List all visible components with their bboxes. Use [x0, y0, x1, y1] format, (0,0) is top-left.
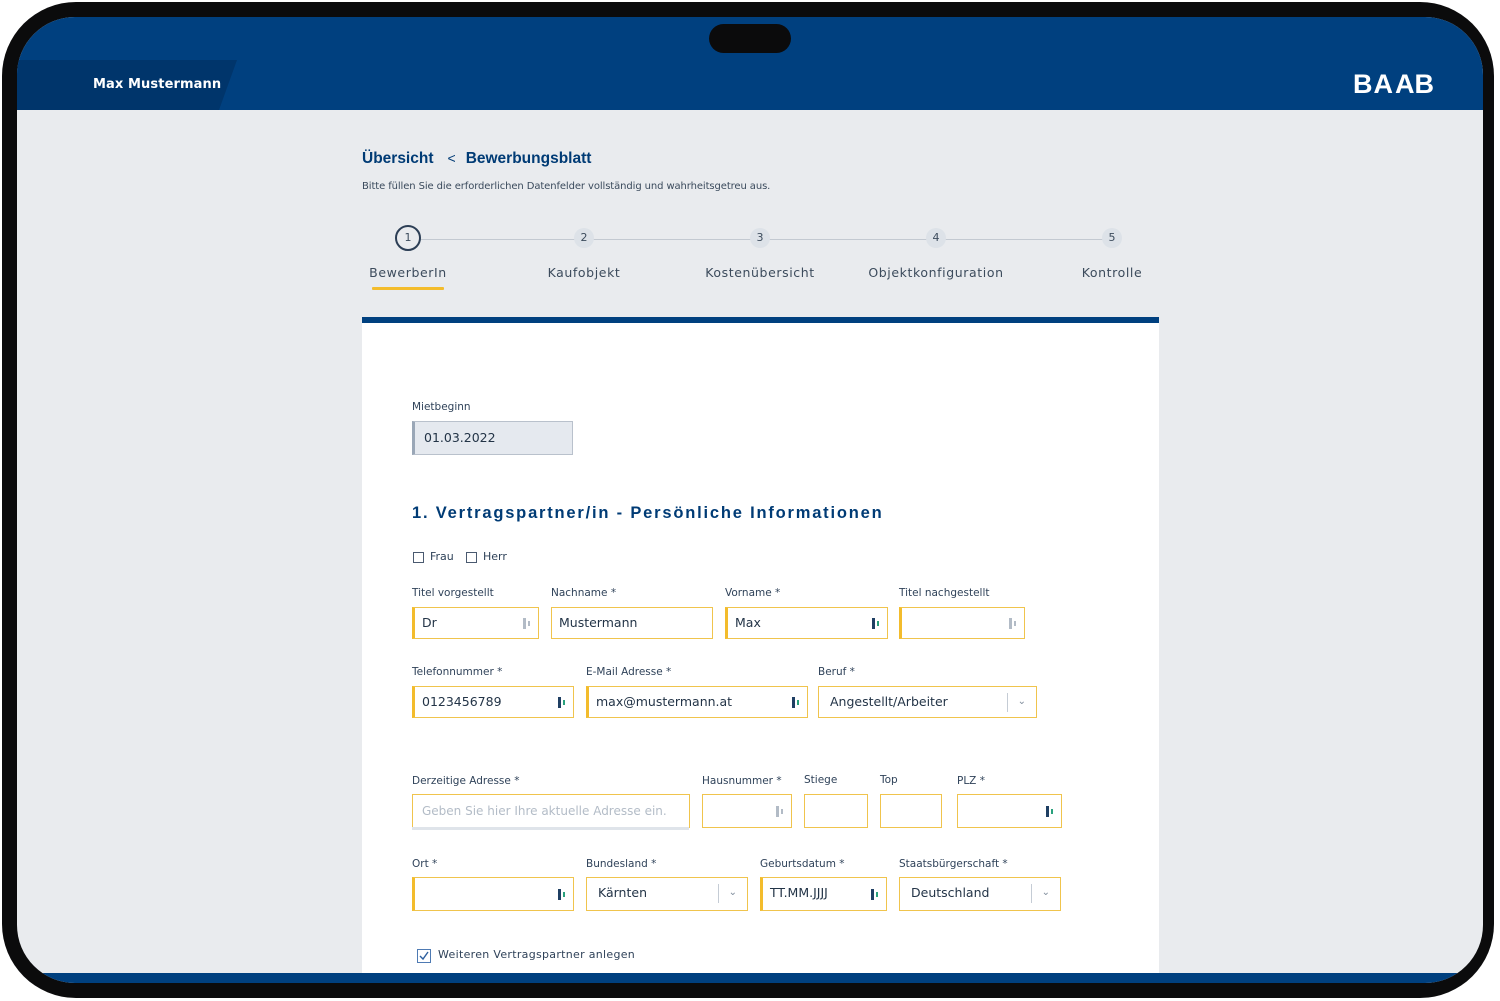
titel-nach-label: Titel nachgestellt: [899, 587, 990, 599]
select-divider: [1031, 884, 1032, 903]
mietbeginn-label: Mietbeginn: [412, 401, 471, 413]
vorname-input[interactable]: Max: [725, 607, 888, 639]
beruf-label: Beruf *: [818, 666, 855, 678]
checkmark-icon: [419, 951, 429, 961]
adresse-label: Derzeitige Adresse *: [412, 775, 520, 787]
breadcrumb-separator-icon: <: [447, 150, 456, 166]
step-5[interactable]: 5 Kontrolle: [1042, 227, 1182, 280]
step-circle: 2: [574, 228, 594, 248]
autofill-icon[interactable]: [1045, 805, 1055, 818]
titel-vor-label: Titel vorgestellt: [412, 587, 494, 599]
bundesland-select[interactable]: Kärnten ⌄: [586, 877, 748, 911]
weiterer-partner-checkbox[interactable]: [417, 949, 431, 963]
adresse-input[interactable]: Geben Sie hier Ihre aktuelle Adresse ein…: [412, 794, 690, 828]
frau-label: Frau: [430, 550, 454, 563]
autofill-icon[interactable]: [871, 617, 881, 630]
select-divider: [1007, 693, 1008, 712]
chevron-down-icon[interactable]: ⌄: [1042, 886, 1050, 900]
stiege-label: Stiege: [804, 774, 838, 786]
form-card: Mietbeginn 01.03.2022 1. Vertragspartner…: [362, 317, 1159, 983]
step-2[interactable]: 2 Kaufobjekt: [514, 227, 654, 280]
power-button: [1487, 297, 1493, 365]
step-1[interactable]: 1 BewerberIn: [338, 225, 478, 290]
beruf-select[interactable]: Angestellt/Arbeiter ⌄: [818, 686, 1037, 718]
step-label: Kostenübersicht: [705, 265, 815, 280]
mietbeginn-field[interactable]: 01.03.2022: [412, 421, 573, 455]
nachname-input[interactable]: Mustermann: [551, 607, 713, 639]
select-divider: [718, 884, 719, 903]
geburtsdatum-label: Geburtsdatum *: [760, 858, 845, 870]
autofill-icon[interactable]: [791, 696, 801, 709]
step-circle: 1: [395, 225, 421, 251]
camera-notch: [709, 24, 791, 53]
autofill-icon[interactable]: [557, 696, 567, 709]
plz-input[interactable]: [957, 794, 1062, 828]
bundesland-label: Bundesland *: [586, 858, 657, 870]
step-label: BewerberIn: [369, 265, 447, 280]
weiterer-partner-label: Weiteren Vertragspartner anlegen: [438, 948, 636, 961]
tablet-frame: Max Mustermann BAAB Übersicht < Bewerbungs…: [2, 2, 1494, 998]
bundesland-value: Kärnten: [598, 885, 647, 900]
step-label: Objektkonfiguration: [868, 265, 1004, 280]
herr-label: Herr: [483, 550, 507, 563]
step-label: Kaufobjekt: [547, 265, 621, 280]
titel-vor-value: Dr: [422, 615, 437, 630]
frau-checkbox[interactable]: [413, 552, 424, 563]
chevron-down-icon[interactable]: ⌄: [1018, 695, 1026, 709]
staatsbuergerschaft-value: Deutschland: [911, 885, 990, 900]
titel-vor-input[interactable]: Dr: [412, 607, 539, 639]
staatsbuergerschaft-select[interactable]: Deutschland ⌄: [899, 877, 1061, 911]
herr-checkbox[interactable]: [466, 552, 477, 563]
bottom-bar: [17, 973, 1483, 983]
step-label: Kontrolle: [1081, 265, 1143, 280]
user-name[interactable]: Max Mustermann: [93, 77, 221, 92]
address-suggestion-edge: [412, 827, 689, 830]
telefon-label: Telefonnummer *: [412, 666, 503, 678]
ort-label: Ort *: [412, 858, 438, 870]
email-value: max@mustermann.at: [596, 694, 733, 709]
vorname-value: Max: [735, 615, 761, 630]
email-label: E-Mail Adresse *: [586, 666, 672, 678]
step-circle: 3: [750, 228, 770, 248]
nachname-label: Nachname *: [551, 587, 617, 599]
nachname-value: Mustermann: [559, 615, 638, 630]
step-3[interactable]: 3 Kostenübersicht: [690, 227, 830, 280]
autofill-icon[interactable]: [775, 805, 785, 818]
ort-input[interactable]: [412, 877, 574, 911]
stiege-input[interactable]: [804, 794, 868, 828]
staatsbuergerschaft-label: Staatsbürgerschaft *: [899, 858, 1008, 870]
breadcrumb-parent-link[interactable]: Übersicht: [362, 150, 434, 167]
hausnummer-label: Hausnummer *: [702, 775, 782, 787]
section-title: 1. Vertragspartner/in - Persönliche Info…: [412, 504, 884, 522]
step-circle: 5: [1102, 228, 1122, 248]
logo: BAAB: [1353, 69, 1435, 99]
breadcrumb-current: Bewerbungsblatt: [465, 150, 592, 167]
geburtsdatum-value: TT.MM.JJJJ: [770, 885, 828, 900]
screen: Max Mustermann BAAB Übersicht < Bewerbungs…: [17, 17, 1483, 983]
autofill-icon[interactable]: [1008, 617, 1018, 630]
hausnummer-input[interactable]: [702, 794, 792, 828]
autofill-icon[interactable]: [522, 617, 532, 630]
breadcrumb: Übersicht < Bewerbungsblatt: [362, 150, 591, 168]
telefon-value: 0123456789: [422, 694, 502, 709]
chevron-down-icon[interactable]: ⌄: [729, 886, 737, 900]
email-input[interactable]: max@mustermann.at: [586, 686, 808, 718]
page-subtitle: Bitte füllen Sie die erforderlichen Date…: [362, 181, 771, 192]
top-input[interactable]: [880, 794, 942, 828]
plz-label: PLZ *: [957, 775, 985, 787]
beruf-value: Angestellt/Arbeiter: [830, 694, 948, 709]
telefon-input[interactable]: 0123456789: [412, 686, 574, 718]
adresse-placeholder: Geben Sie hier Ihre aktuelle Adresse ein…: [422, 804, 667, 818]
top-label: Top: [880, 774, 898, 786]
vorname-label: Vorname *: [725, 587, 781, 599]
progress-stepper: 1 BewerberIn 2 Kaufobjekt 3 Kostenübersi…: [362, 225, 1158, 307]
step-circle: 4: [926, 228, 946, 248]
active-step-underline: [372, 287, 444, 290]
titel-nach-input[interactable]: [899, 607, 1025, 639]
geburtsdatum-input[interactable]: TT.MM.JJJJ: [760, 877, 887, 911]
step-4[interactable]: 4 Objektkonfiguration: [866, 227, 1006, 280]
autofill-icon[interactable]: [870, 888, 880, 901]
autofill-icon[interactable]: [557, 888, 567, 901]
volume-button: [1487, 100, 1493, 270]
